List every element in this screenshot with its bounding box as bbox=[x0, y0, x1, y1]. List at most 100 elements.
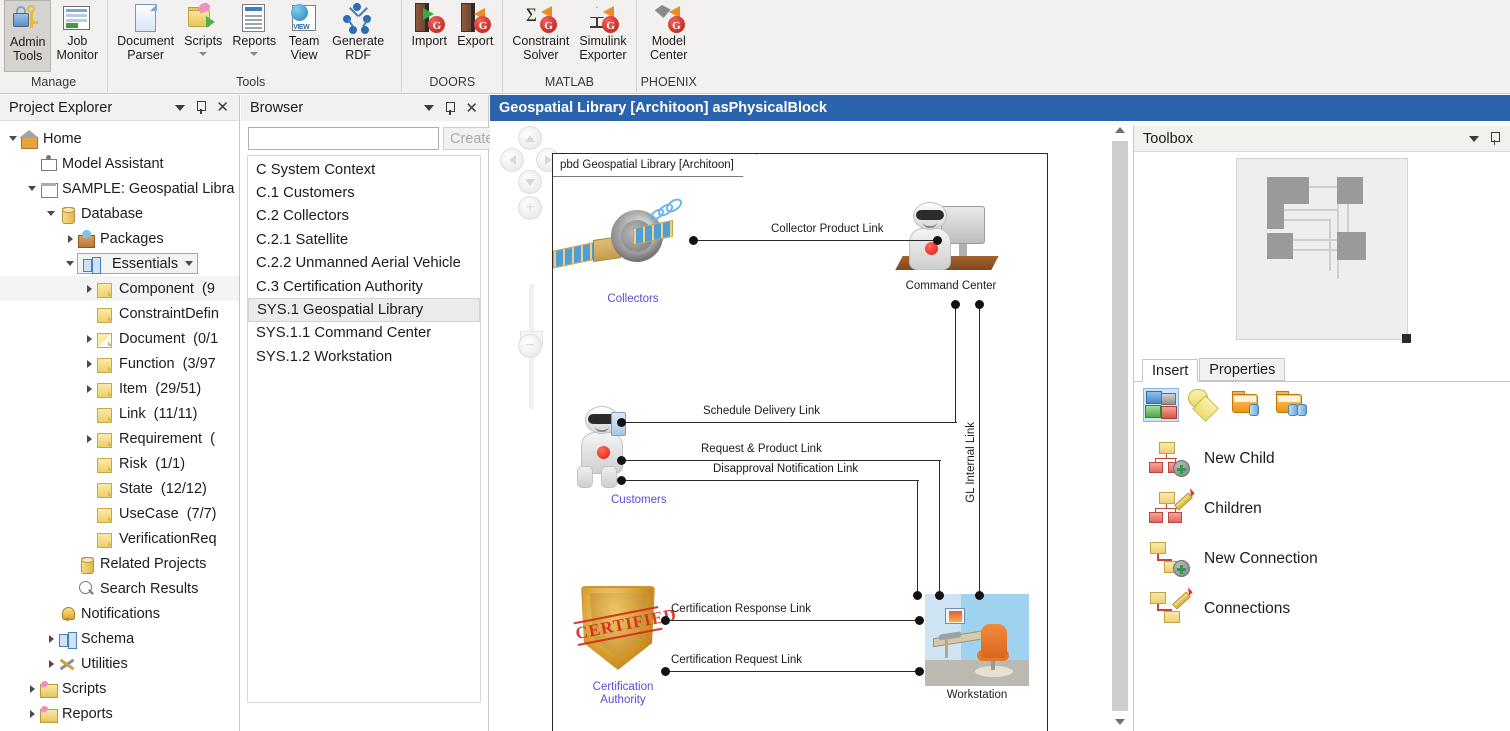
endpoint-dot[interactable] bbox=[933, 236, 942, 245]
canvas-vertical-scrollbar[interactable] bbox=[1110, 121, 1130, 731]
toolbox-pin-icon[interactable] bbox=[1489, 132, 1500, 145]
job-monitor-button[interactable]: Job Monitor bbox=[51, 0, 103, 72]
tree-node-schema[interactable]: Schema bbox=[0, 626, 239, 651]
tree-node-body[interactable]: UseCase (7/7) bbox=[96, 504, 217, 524]
project-explorer-close-icon[interactable]: ✕ bbox=[216, 101, 229, 114]
doors-import-button[interactable]: G Import bbox=[406, 0, 452, 72]
reports-button[interactable]: Reports bbox=[227, 0, 281, 72]
browser-list-item[interactable]: C System Context bbox=[248, 158, 480, 181]
endpoint-dot[interactable] bbox=[661, 667, 670, 676]
project-tree[interactable]: Home Model AssistantSAMPLE: Geospatial Li… bbox=[0, 121, 239, 731]
model-center-button[interactable]: G Model Center bbox=[645, 0, 693, 72]
wire-disapproval-drop[interactable] bbox=[917, 480, 918, 597]
tree-node-body[interactable]: Search Results bbox=[77, 579, 198, 599]
browser-search-input[interactable] bbox=[248, 127, 439, 150]
endpoint-dot[interactable] bbox=[913, 591, 922, 600]
tree-node-body[interactable]: Requirement ( bbox=[96, 429, 215, 449]
tree-node-body[interactable]: Notifications bbox=[58, 604, 160, 624]
tree-expanded-arrow-icon[interactable] bbox=[44, 201, 58, 226]
wire-disapproval-notification[interactable] bbox=[621, 480, 919, 481]
tree-node-link[interactable]: Link (11/11) bbox=[0, 401, 239, 426]
endpoint-dot[interactable] bbox=[975, 591, 984, 600]
tree-expanded-arrow-icon[interactable] bbox=[63, 251, 77, 276]
tree-node-body[interactable]: State (12/12) bbox=[96, 479, 207, 499]
browser-list-item[interactable]: C.2.2 Unmanned Aerial Vehicle bbox=[248, 252, 480, 275]
tree-node-model-assistant[interactable]: Model Assistant bbox=[0, 151, 239, 176]
minimap-resize-grip[interactable] bbox=[1402, 334, 1411, 343]
insert-new-child-row[interactable]: New Child bbox=[1134, 434, 1510, 484]
generate-rdf-button[interactable]: Generate RDF bbox=[327, 0, 389, 72]
satellite-icon[interactable] bbox=[571, 202, 691, 282]
tree-collapsed-arrow-icon[interactable] bbox=[82, 276, 96, 301]
tree-collapsed-arrow-icon[interactable] bbox=[25, 701, 39, 726]
tree-node-body[interactable]: Document (0/1 bbox=[96, 329, 218, 349]
endpoint-dot[interactable] bbox=[915, 667, 924, 676]
tree-node-search-results[interactable]: Search Results bbox=[0, 576, 239, 601]
tree-node-component[interactable]: Component (9 bbox=[0, 276, 239, 301]
tree-node-home[interactable]: Home bbox=[0, 126, 239, 151]
endpoint-dot[interactable] bbox=[617, 418, 626, 427]
tree-collapsed-arrow-icon[interactable] bbox=[82, 326, 96, 351]
wire-certification-request[interactable] bbox=[667, 671, 921, 672]
certified-shield-icon[interactable]: CERTIFIED bbox=[581, 586, 665, 676]
blocks-icon[interactable] bbox=[1143, 388, 1179, 422]
document-parser-button[interactable]: Document Parser bbox=[112, 0, 179, 72]
tree-node-body[interactable]: Scripts bbox=[39, 679, 106, 699]
team-view-button[interactable]: VIEW Team View bbox=[281, 0, 327, 72]
tree-node-body[interactable]: Utilities bbox=[58, 654, 128, 674]
folder-data-icon[interactable] bbox=[1231, 388, 1267, 422]
tree-node-packages[interactable]: Packages bbox=[0, 226, 239, 251]
simulink-exporter-button[interactable]: G Simulink Exporter bbox=[574, 0, 631, 72]
endpoint-dot[interactable] bbox=[617, 456, 626, 465]
tree-node-body[interactable]: Essentials bbox=[77, 253, 198, 274]
tree-node-body[interactable]: Schema bbox=[58, 629, 134, 649]
wire-request-product[interactable] bbox=[621, 460, 941, 461]
pan-down-button[interactable] bbox=[518, 170, 542, 194]
tree-node-body[interactable]: Model Assistant bbox=[39, 154, 164, 174]
tree-node-verificationreq[interactable]: VerificationReq bbox=[0, 526, 239, 551]
tree-node-sample-geospatial-libra[interactable]: SAMPLE: Geospatial Libra bbox=[0, 176, 239, 201]
scripts-dropdown-icon[interactable] bbox=[199, 52, 207, 56]
scrollbar-up-arrow-icon[interactable] bbox=[1110, 121, 1130, 139]
endpoint-dot[interactable] bbox=[975, 300, 984, 309]
endpoint-dot[interactable] bbox=[689, 236, 698, 245]
endpoint-dot[interactable] bbox=[951, 300, 960, 309]
wire-certification-response[interactable] bbox=[667, 620, 921, 621]
project-explorer-pin-icon[interactable] bbox=[195, 101, 206, 114]
browser-list-item[interactable]: C.2 Collectors bbox=[248, 205, 480, 228]
tree-node-body[interactable]: Database bbox=[58, 204, 143, 224]
wire-schedule-delivery-riser[interactable] bbox=[955, 304, 956, 423]
tree-node-state[interactable]: State (12/12) bbox=[0, 476, 239, 501]
tree-collapsed-arrow-icon[interactable] bbox=[82, 426, 96, 451]
tree-collapsed-arrow-icon[interactable] bbox=[25, 676, 39, 701]
browser-list[interactable]: C System ContextC.1 CustomersC.2 Collect… bbox=[247, 155, 481, 703]
endpoint-dot[interactable] bbox=[915, 616, 924, 625]
browser-list-item[interactable]: SYS.1.1 Command Center bbox=[248, 322, 480, 345]
tree-node-body[interactable]: Packages bbox=[77, 229, 164, 249]
insert-connections-row[interactable]: Connections bbox=[1134, 584, 1510, 634]
shapes-icon[interactable] bbox=[1187, 388, 1223, 422]
toolbox-tabs[interactable]: InsertProperties bbox=[1134, 357, 1510, 382]
tree-node-constraintdefin[interactable]: ConstraintDefin bbox=[0, 301, 239, 326]
tree-node-utilities[interactable]: Utilities bbox=[0, 651, 239, 676]
admin-tools-button[interactable]: Admin Tools bbox=[4, 0, 51, 72]
tree-node-body[interactable]: Reports bbox=[39, 704, 113, 724]
insert-children-row[interactable]: Children bbox=[1134, 484, 1510, 534]
browser-list-item[interactable]: C.2.1 Satellite bbox=[248, 228, 480, 251]
endpoint-dot[interactable] bbox=[935, 591, 944, 600]
tree-expanded-arrow-icon[interactable] bbox=[6, 126, 20, 151]
tree-node-related-projects[interactable]: Related Projects bbox=[0, 551, 239, 576]
workstation-room-icon[interactable] bbox=[925, 594, 1029, 686]
toolbox-menu-icon[interactable] bbox=[1469, 136, 1479, 142]
tree-node-essentials[interactable]: Essentials bbox=[0, 251, 239, 276]
tree-node-scripts[interactable]: Scripts bbox=[0, 676, 239, 701]
pan-left-button[interactable] bbox=[500, 148, 524, 172]
endpoint-dot[interactable] bbox=[661, 616, 670, 625]
doors-export-button[interactable]: G Export bbox=[452, 0, 498, 72]
reports-dropdown-icon[interactable] bbox=[250, 52, 258, 56]
browser-list-item[interactable]: C.1 Customers bbox=[248, 181, 480, 204]
tree-node-item[interactable]: Item (29/51) bbox=[0, 376, 239, 401]
tree-collapsed-arrow-icon[interactable] bbox=[63, 226, 77, 251]
browser-close-icon[interactable]: ✕ bbox=[465, 102, 478, 115]
tree-node-body[interactable]: VerificationReq bbox=[96, 529, 217, 549]
